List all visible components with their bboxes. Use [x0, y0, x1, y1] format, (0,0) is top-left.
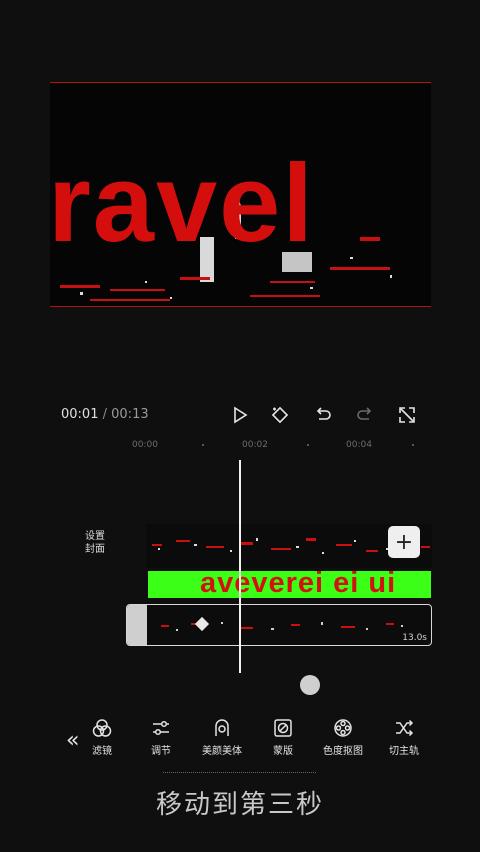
text-track-clip[interactable]: aveverei ei ui [148, 571, 431, 598]
ruler-tick-label: 00:00 [132, 440, 158, 450]
tool-mask[interactable]: 蒙版 [253, 717, 313, 757]
adjust-icon [153, 720, 169, 736]
add-clip-button[interactable]: + [388, 526, 420, 558]
ruler-dot [412, 444, 414, 446]
tool-label: 美颜美体 [202, 746, 242, 757]
tool-switch-main-track[interactable]: 切主轨 [374, 717, 434, 757]
tool-label: 蒙版 [273, 746, 293, 757]
tool-label: 色度抠图 [323, 746, 363, 757]
play-icon[interactable] [228, 403, 252, 427]
beauty-icon [215, 719, 229, 736]
keyframe-icon[interactable] [268, 403, 292, 427]
tool-label: 切主轨 [389, 746, 419, 757]
ruler-dot [307, 444, 309, 446]
ruler-tick-label: 00:04 [346, 440, 372, 450]
filter-icon [92, 719, 112, 737]
timecode: 00:01 / 00:13 [61, 407, 149, 422]
current-time: 00:01 [61, 407, 99, 422]
set-cover-button[interactable]: 设置 封面 [80, 530, 110, 556]
undo-icon[interactable] [311, 403, 335, 427]
subtitle-divider [163, 772, 316, 774]
ruler-dot [202, 444, 204, 446]
clip-trim-handle[interactable] [127, 605, 147, 645]
redo-icon[interactable] [353, 403, 377, 427]
audio-track-clip[interactable]: 13.0s [126, 604, 432, 646]
tool-chroma-key[interactable]: 色度抠图 [313, 717, 373, 757]
total-time: 00:13 [111, 407, 149, 422]
clip-duration: 13.0s [402, 633, 427, 643]
cover-label-line2: 封面 [85, 544, 105, 555]
playhead[interactable] [239, 460, 241, 673]
tool-beauty[interactable]: 美颜美体 [192, 717, 252, 757]
cover-label-line1: 设置 [85, 531, 105, 542]
switch-track-icon [396, 719, 414, 737]
video-preview[interactable]: ravel [50, 82, 431, 307]
time-separator: / [102, 407, 107, 422]
text-clip-label: aveverei ei ui [200, 571, 397, 598]
mask-icon [274, 719, 292, 737]
tool-filter[interactable]: 滤镜 [72, 717, 132, 757]
time-ruler[interactable]: 00:00 00:02 00:04 [62, 440, 432, 452]
chroma-key-icon [334, 719, 352, 737]
preview-top-line [50, 82, 431, 83]
tool-label: 滤镜 [92, 746, 112, 757]
caption-subtitle: 移动到第三秒 [155, 790, 324, 820]
fullscreen-icon[interactable] [395, 403, 419, 427]
tool-adjust[interactable]: 调节 [131, 717, 191, 757]
tool-label: 调节 [151, 746, 171, 757]
ruler-tick-label: 00:02 [242, 440, 268, 450]
timeline-scroll-knob[interactable] [300, 675, 320, 695]
audio-waveform [161, 622, 403, 631]
preview-overlay-text: ravel [50, 142, 315, 265]
